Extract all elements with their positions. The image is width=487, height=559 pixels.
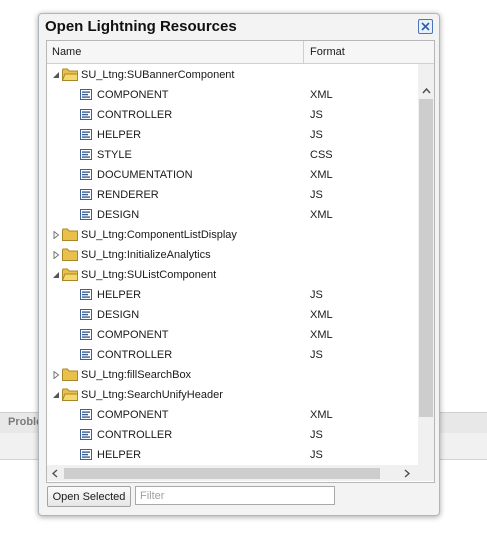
resource-file-icon — [80, 149, 92, 160]
tree-file-row[interactable]: DOCUMENTATION XML — [47, 165, 418, 185]
open-selected-button[interactable]: Open Selected — [47, 486, 131, 507]
expanded-triangle-icon[interactable] — [52, 271, 60, 279]
folder-icon — [62, 228, 78, 241]
folder-icon — [62, 368, 78, 381]
scroll-up-arrow-icon[interactable] — [422, 87, 431, 94]
close-icon — [421, 22, 430, 31]
filter-input[interactable] — [135, 486, 335, 505]
resource-tree-grid: Name Format SU_Ltng:SUBannerComponent COM… — [46, 40, 435, 483]
resource-file-icon — [80, 169, 92, 180]
column-header-name[interactable]: Name — [47, 41, 304, 63]
vertical-scroll-thumb[interactable] — [419, 99, 433, 417]
tree-file-row[interactable]: HELPER JS — [47, 285, 418, 305]
scroll-right-arrow-icon[interactable] — [404, 469, 411, 478]
tree-file-row[interactable]: COMPONENT XML — [47, 405, 418, 425]
tree-bundle-row[interactable]: SU_Ltng:InitializeAnalytics — [47, 245, 418, 265]
resource-name: HELPER — [97, 289, 142, 301]
tree-file-row[interactable]: CONTROLLER JS — [47, 425, 418, 445]
tree-file-row[interactable]: CONTROLLER JS — [47, 105, 418, 125]
resource-format: JS — [310, 429, 323, 441]
tree-rows: SU_Ltng:SUBannerComponent COMPONENT XML CON… — [47, 65, 418, 465]
resource-file-icon — [80, 109, 92, 120]
tree-file-row[interactable]: HELPER JS — [47, 125, 418, 145]
resource-name: STYLE — [97, 149, 132, 161]
open-folder-icon — [62, 268, 78, 281]
tree-file-row[interactable]: COMPONENT XML — [47, 85, 418, 105]
folder-icon — [62, 248, 78, 261]
tree-bundle-row[interactable]: SU_Ltng:ComponentListDisplay — [47, 225, 418, 245]
resource-name: RENDERER — [97, 189, 159, 201]
open-folder-icon — [62, 68, 78, 81]
resource-file-icon — [80, 209, 92, 220]
resource-name: COMPONENT — [97, 329, 169, 341]
resource-format: JS — [310, 189, 323, 201]
resource-file-icon — [80, 349, 92, 360]
resource-name: CONTROLLER — [97, 429, 173, 441]
resource-name: COMPONENT — [97, 409, 169, 421]
resource-file-icon — [80, 409, 92, 420]
resource-format: XML — [310, 169, 333, 181]
dialog-title: Open Lightning Resources — [45, 18, 237, 35]
tree-file-row[interactable]: HELPER JS — [47, 445, 418, 465]
resource-name: DOCUMENTATION — [97, 169, 193, 181]
tree-bundle-row[interactable]: SU_Ltng:SUListComponent — [47, 265, 418, 285]
collapsed-triangle-icon[interactable] — [52, 371, 60, 379]
expanded-triangle-icon[interactable] — [52, 391, 60, 399]
resource-file-icon — [80, 129, 92, 140]
bundle-name: SU_Ltng:SUListComponent — [81, 269, 217, 281]
resource-format: JS — [310, 449, 323, 461]
resource-name: CONTROLLER — [97, 109, 173, 121]
scrollbar-corner — [418, 465, 434, 481]
column-header-format[interactable]: Format — [305, 41, 419, 63]
resource-file-icon — [80, 309, 92, 320]
tree-file-row[interactable]: STYLE CSS — [47, 145, 418, 165]
resource-file-icon — [80, 189, 92, 200]
resource-format: XML — [310, 89, 333, 101]
resource-file-icon — [80, 449, 92, 460]
tree-file-row[interactable]: CONTROLLER JS — [47, 345, 418, 365]
open-lightning-resources-dialog: Open Lightning Resources Name Format SU_… — [38, 13, 440, 516]
scroll-left-arrow-icon[interactable] — [51, 469, 58, 478]
horizontal-scroll-thumb[interactable] — [64, 468, 380, 479]
resource-name: DESIGN — [97, 209, 140, 221]
collapsed-triangle-icon[interactable] — [52, 251, 60, 259]
tree-bundle-row[interactable]: SU_Ltng:SearchUnifyHeader — [47, 385, 418, 405]
resource-file-icon — [80, 89, 92, 100]
resource-format: XML — [310, 209, 333, 221]
background-problems-tab[interactable]: Proble — [0, 412, 42, 432]
resource-file-icon — [80, 289, 92, 300]
bundle-name: SU_Ltng:InitializeAnalytics — [81, 249, 211, 261]
resource-format: JS — [310, 109, 323, 121]
tree-bundle-row[interactable]: SU_Ltng:fillSearchBox — [47, 365, 418, 385]
resource-file-icon — [80, 429, 92, 440]
tree-file-row[interactable]: COMPONENT XML — [47, 325, 418, 345]
tree-bundle-row[interactable]: SU_Ltng:SUBannerComponent — [47, 65, 418, 85]
resource-name: DESIGN — [97, 309, 140, 321]
close-button[interactable] — [418, 19, 433, 34]
bundle-name: SU_Ltng:SUBannerComponent — [81, 69, 235, 81]
tree-file-row[interactable]: DESIGN XML — [47, 205, 418, 225]
tree-file-row[interactable]: DESIGN XML — [47, 305, 418, 325]
resource-name: CONTROLLER — [97, 349, 173, 361]
resource-format: XML — [310, 409, 333, 421]
bundle-name: SU_Ltng:fillSearchBox — [81, 369, 192, 381]
collapsed-triangle-icon[interactable] — [52, 231, 60, 239]
resource-file-icon — [80, 329, 92, 340]
resource-format: XML — [310, 309, 333, 321]
resource-name: COMPONENT — [97, 89, 169, 101]
resource-name: HELPER — [97, 129, 142, 141]
resource-format: JS — [310, 289, 323, 301]
resource-format: JS — [310, 129, 323, 141]
resource-format: XML — [310, 329, 333, 341]
open-folder-icon — [62, 388, 78, 401]
resource-format: JS — [310, 349, 323, 361]
resource-format: CSS — [310, 149, 333, 161]
expanded-triangle-icon[interactable] — [52, 71, 60, 79]
bundle-name: SU_Ltng:SearchUnifyHeader — [81, 389, 223, 401]
tree-file-row[interactable]: RENDERER JS — [47, 185, 418, 205]
resource-name: HELPER — [97, 449, 142, 461]
bundle-name: SU_Ltng:ComponentListDisplay — [81, 229, 237, 241]
grid-header: Name Format — [47, 41, 434, 64]
